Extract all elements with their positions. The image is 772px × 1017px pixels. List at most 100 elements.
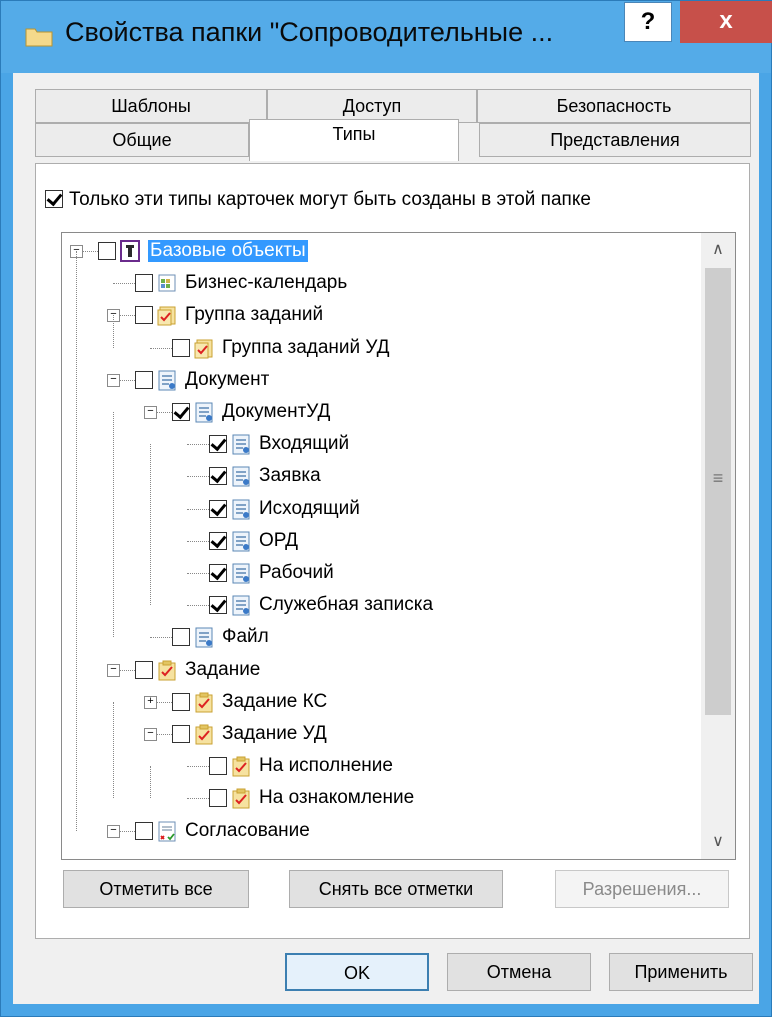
tab-general[interactable]: Общие (35, 123, 249, 157)
document-icon (232, 499, 250, 520)
tab-templates[interactable]: Шаблоны (35, 89, 267, 123)
tree-item[interactable]: − Группа заданий (62, 299, 692, 329)
collapse-icon[interactable]: − (144, 406, 157, 419)
tree-item-label: Задание (185, 658, 261, 680)
tree-item[interactable]: Рабочий (62, 557, 692, 587)
permissions-button[interactable]: Разрешения... (555, 870, 729, 908)
tree-item-checkbox[interactable] (135, 821, 153, 840)
tree-item-checkbox[interactable] (209, 596, 227, 615)
collapse-icon[interactable]: − (107, 824, 120, 838)
only-these-types-checkbox[interactable] (45, 190, 63, 208)
tree-item-checkbox[interactable] (172, 725, 190, 743)
tree-item[interactable]: + Задание КС (62, 686, 692, 716)
clear-all-button[interactable]: Снять все отметки (289, 870, 503, 908)
scroll-thumb[interactable]: ≡ (705, 268, 731, 715)
tree-connector (187, 540, 209, 542)
approval-icon (158, 821, 176, 842)
document-icon (232, 531, 250, 552)
tree-item-label: Рабочий (259, 562, 334, 583)
tree-item[interactable]: ОРД (62, 525, 692, 555)
tree-item[interactable]: − Задание УД (62, 718, 692, 748)
tree-item[interactable]: − Базовые объекты (62, 235, 692, 265)
tool-icon (120, 240, 140, 262)
tree-item-checkbox[interactable] (135, 660, 153, 679)
tree-item-label: Заявка (259, 465, 321, 487)
collapse-icon[interactable]: − (107, 373, 120, 387)
tree-scrollbar[interactable]: ∧ ≡ ∨ (701, 233, 735, 859)
title-bar[interactable]: Свойства папки "Сопроводительные ... ? x (1, 1, 772, 73)
task-group-icon (194, 339, 213, 359)
tree-item[interactable]: На исполнение (62, 750, 692, 780)
help-button[interactable]: ? (624, 2, 672, 42)
tree-item[interactable]: Бизнес-календарь (62, 267, 692, 297)
tree-item-label: Документ (185, 368, 270, 390)
tab-views[interactable]: Представления (479, 123, 751, 157)
window-title: Свойства папки "Сопроводительные ... (65, 17, 554, 47)
tree-item[interactable]: − ДокументУД (62, 396, 692, 426)
tree-item-label: ОРД (259, 529, 299, 551)
tree-item[interactable]: Группа заданий УД (62, 332, 692, 362)
scroll-down-icon[interactable]: ∨ (701, 825, 735, 859)
tree-item-checkbox[interactable] (209, 757, 227, 776)
tab-access[interactable]: Доступ (267, 89, 477, 123)
tree-item[interactable]: − Согласование (62, 815, 692, 845)
only-these-types-label: Только эти типы карточек могут быть созд… (69, 189, 591, 210)
tree-item[interactable]: − Документ (62, 364, 692, 394)
tree-item-label: Исходящий (259, 497, 360, 519)
collapse-icon[interactable]: − (107, 663, 120, 677)
tree-item-label: Группа заданий УД (222, 336, 390, 358)
tree-guide-line (150, 444, 151, 606)
tree-item-checkbox[interactable] (172, 628, 190, 647)
folder-properties-dialog: Свойства папки "Сопроводительные ... ? x… (0, 0, 772, 1017)
document-icon (158, 370, 176, 391)
tree-item-checkbox[interactable] (172, 692, 190, 711)
tree-item[interactable]: Заявка (62, 460, 692, 490)
document-icon (232, 466, 250, 487)
tab-types[interactable]: Типы (249, 119, 459, 161)
grip-icon: ≡ (712, 468, 724, 488)
tree-item[interactable]: Файл (62, 621, 692, 651)
tree-item-checkbox[interactable] (135, 306, 153, 325)
cancel-button[interactable]: Отмена (447, 953, 591, 991)
close-button[interactable]: x (680, 1, 772, 43)
collapse-icon[interactable]: − (144, 728, 157, 741)
tree-guide-line (113, 315, 114, 348)
tree-item-checkbox[interactable] (172, 338, 190, 357)
scroll-up-icon[interactable]: ∧ (701, 233, 735, 267)
tree-item-label: Служебная записка (259, 594, 434, 616)
task-icon (232, 756, 250, 777)
tree-item-label: Бизнес-календарь (185, 272, 348, 294)
tree-item-checkbox[interactable] (135, 370, 153, 389)
tree-item[interactable]: Служебная записка (62, 589, 692, 619)
tree-item[interactable]: На ознакомление (62, 782, 692, 812)
select-all-button[interactable]: Отметить все (63, 870, 249, 908)
tree-connector (187, 798, 209, 800)
tree-item-checkbox[interactable] (209, 564, 227, 582)
tree-item-label: Согласование (185, 819, 310, 841)
tree-item-checkbox[interactable] (209, 435, 227, 454)
tree-connector (187, 508, 209, 510)
tree-guide-line (76, 251, 77, 831)
tree-item-label: На исполнение (259, 755, 393, 777)
ok-button[interactable]: OK (285, 953, 429, 991)
tree-item-checkbox[interactable] (209, 789, 227, 808)
tree-item-checkbox[interactable] (135, 274, 153, 293)
tree-guide-line (113, 412, 114, 638)
tree-item-label: Входящий (259, 433, 350, 455)
apply-button[interactable]: Применить (609, 953, 753, 991)
tree-item-checkbox[interactable] (209, 467, 227, 486)
tree-item-checkbox[interactable] (172, 403, 190, 421)
calendar-icon (158, 274, 176, 292)
tree-item[interactable]: Исходящий (62, 493, 692, 523)
tree-item-checkbox[interactable] (209, 499, 227, 518)
tree-item[interactable]: Входящий (62, 428, 692, 458)
task-icon (195, 724, 213, 745)
tree-connector (187, 573, 209, 574)
tab-security[interactable]: Безопасность (477, 89, 751, 123)
tree-item-checkbox[interactable] (209, 531, 227, 550)
tree-item[interactable]: − Задание (62, 654, 692, 684)
expand-icon[interactable]: + (144, 695, 157, 709)
tree-guide-line (113, 701, 114, 799)
tree-item-checkbox[interactable] (98, 242, 116, 260)
card-types-tree[interactable]: − Базовые объекты Бизнес-календарь − Группа … (61, 232, 736, 860)
